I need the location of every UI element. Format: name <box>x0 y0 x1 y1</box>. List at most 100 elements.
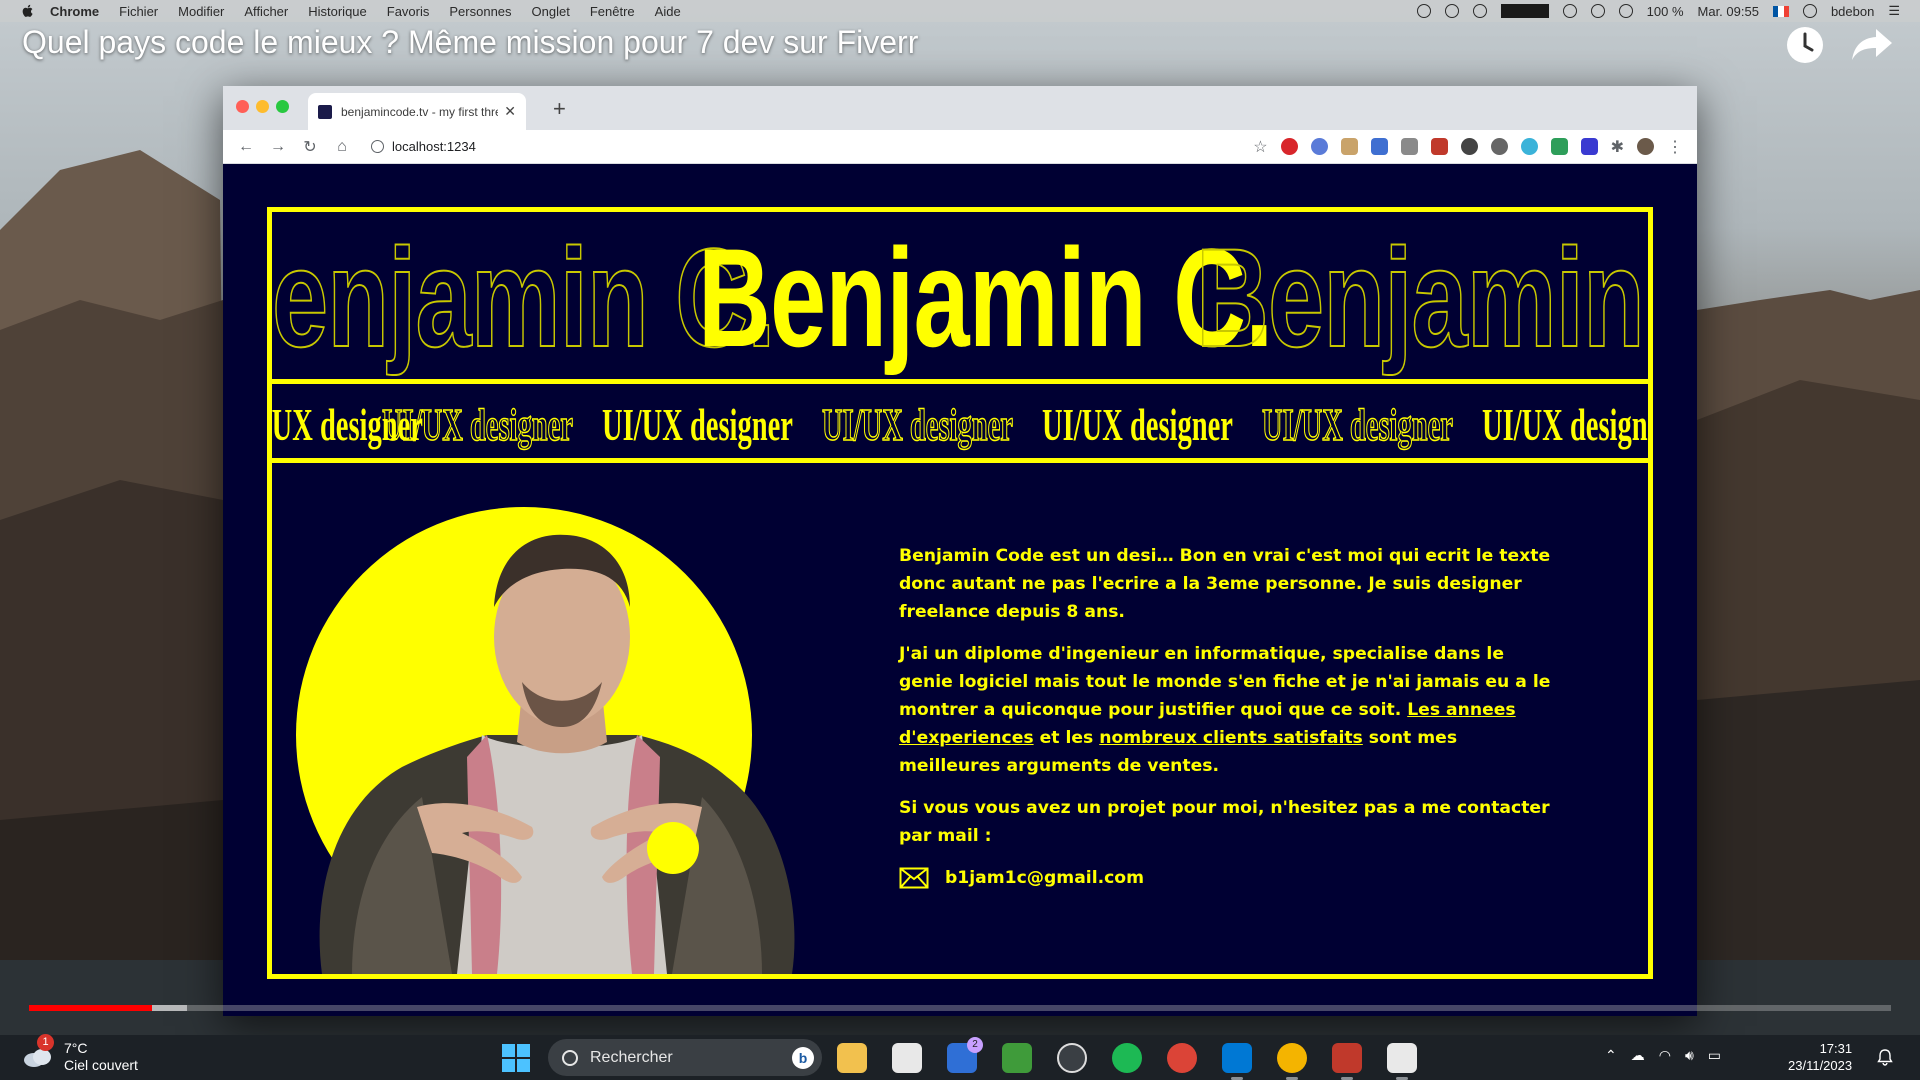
system-tray: ⌃ ☁ ◠ 🔊︎ ▭ <box>1605 1047 1721 1064</box>
name-marquee: Benjamin C. Benjamin C. Benjamin C. <box>272 212 1648 384</box>
obs-icon[interactable] <box>1057 1043 1087 1073</box>
battery-icon[interactable]: ▭ <box>1708 1047 1721 1064</box>
menu-modifier[interactable]: Modifier <box>178 4 224 19</box>
new-tab-button[interactable]: + <box>553 96 566 122</box>
volume-icon[interactable] <box>1590 4 1605 18</box>
extension-icon[interactable] <box>1400 138 1418 155</box>
person-photo <box>319 534 795 974</box>
chrome-canary-icon[interactable] <box>1277 1043 1307 1080</box>
menu-historique[interactable]: Historique <box>308 4 367 19</box>
role-outline-text: UI/UX designer <box>822 398 1014 451</box>
apple-logo-icon[interactable] <box>20 3 36 19</box>
app-l-icon[interactable]: 2 <box>947 1037 983 1073</box>
video-title[interactable]: Quel pays code le mieux ? Même mission p… <box>22 24 918 61</box>
extension-icon[interactable] <box>1580 138 1598 155</box>
menu-chrome[interactable]: Chrome <box>50 4 99 19</box>
role-solid-text: UI/UX designer <box>1042 399 1233 450</box>
cpu-graph-icon[interactable] <box>1500 4 1549 18</box>
profile-avatar[interactable] <box>1637 138 1654 155</box>
progress-played <box>29 1005 152 1011</box>
extension-icon[interactable] <box>1550 138 1568 155</box>
snipping-tool-icon[interactable] <box>1387 1043 1417 1080</box>
taskbar-clock[interactable]: 17:31 23/11/2023 <box>1788 1040 1852 1074</box>
browser-menu-icon[interactable]: ⋮ <box>1667 137 1683 157</box>
menubar-datetime[interactable]: Mar. 09:55 <box>1698 4 1759 19</box>
gear-extension-icon[interactable] <box>1490 138 1508 155</box>
menu-fenetre[interactable]: Fenêtre <box>590 4 635 19</box>
app-notification-badge: 2 <box>967 1037 983 1053</box>
menu-favoris[interactable]: Favoris <box>387 4 430 19</box>
window-maximize-button[interactable] <box>276 100 289 113</box>
spotify-icon[interactable] <box>1112 1043 1142 1073</box>
status-globe-icon[interactable] <box>1562 4 1577 18</box>
role-solid-text: UI/UX designer <box>1482 399 1648 450</box>
extension-icon[interactable] <box>1370 138 1388 155</box>
window-close-button[interactable] <box>236 100 249 113</box>
windows-start-icon[interactable] <box>502 1044 530 1072</box>
chevron-up-icon[interactable]: ⌃ <box>1605 1047 1617 1064</box>
tab-close-icon[interactable]: ✕ <box>504 103 516 120</box>
shield-app-icon[interactable] <box>1332 1043 1362 1080</box>
speaker-icon[interactable]: 🔊︎ <box>1685 1047 1694 1064</box>
taskbar-search[interactable]: Rechercher b <box>548 1039 822 1076</box>
home-icon[interactable]: ⌂ <box>333 138 351 156</box>
chrome-icon[interactable] <box>1167 1043 1197 1073</box>
address-bar[interactable]: localhost:1234 <box>371 139 476 154</box>
status-circle-icon[interactable] <box>1416 4 1431 18</box>
file-explorer-icon[interactable] <box>837 1043 867 1073</box>
weather-widget[interactable]: 1 7°C Ciel couvert <box>22 1034 138 1074</box>
menu-personnes[interactable]: Personnes <box>449 4 511 19</box>
contact-email[interactable]: b1jam1c@gmail.com <box>899 864 1559 892</box>
wifi-icon[interactable]: ◠ <box>1659 1047 1671 1064</box>
puzzle-extensions-icon[interactable]: ✱ <box>1611 137 1624 157</box>
forward-arrow-icon[interactable]: → <box>269 138 287 156</box>
menu-afficher[interactable]: Afficher <box>244 4 288 19</box>
tab-favicon-icon <box>318 104 332 119</box>
browser-tab[interactable]: benjamincode.tv - my first thre ✕ <box>308 93 526 130</box>
bio-text: et les <box>1033 728 1100 748</box>
name-outline-text: Benjamin C. <box>1195 218 1648 377</box>
bio-section: Benjamin Code est un desi… Bon en vrai c… <box>899 542 1559 892</box>
clients-link[interactable]: nombreux clients satisfaits <box>1099 728 1363 748</box>
menu-onglet[interactable]: Onglet <box>532 4 570 19</box>
status-info-icon[interactable] <box>1444 4 1459 18</box>
share-icon[interactable] <box>1850 27 1894 63</box>
wifi-icon[interactable] <box>1618 4 1633 18</box>
extension-icon[interactable] <box>1310 138 1328 155</box>
menubar-user[interactable]: bdebon <box>1831 4 1874 19</box>
microsoft-store-icon[interactable] <box>892 1043 922 1073</box>
weather-temperature: 7°C <box>64 1040 88 1056</box>
name-solid-text: Benjamin C. <box>698 219 1273 376</box>
site-info-icon[interactable] <box>371 140 384 153</box>
email-address[interactable]: b1jam1c@gmail.com <box>945 864 1144 892</box>
status-clock-icon[interactable] <box>1472 4 1487 18</box>
battery-percent[interactable]: 100 % <box>1647 4 1684 19</box>
extension-icon[interactable] <box>1460 138 1478 155</box>
bio-paragraph-3: Si vous vous avez un projet pour moi, n'… <box>899 798 1550 846</box>
extension-icon[interactable] <box>1340 138 1358 155</box>
vscode-icon[interactable] <box>1222 1043 1252 1080</box>
watch-later-icon[interactable] <box>1785 25 1825 65</box>
search-placeholder: Rechercher <box>590 1048 673 1066</box>
bing-icon[interactable]: b <box>792 1047 814 1069</box>
code-extension-icon[interactable] <box>1430 138 1448 155</box>
adblock-extension-icon[interactable] <box>1280 138 1298 155</box>
back-arrow-icon[interactable]: ← <box>237 138 255 156</box>
url-text[interactable]: localhost:1234 <box>392 139 476 154</box>
network-error-icon[interactable]: ☁ <box>1631 1047 1645 1064</box>
menu-fichier[interactable]: Fichier <box>119 4 158 19</box>
menu-aide[interactable]: Aide <box>655 4 681 19</box>
french-flag-icon[interactable] <box>1772 5 1789 17</box>
browser-window: benjamincode.tv - my first thre ✕ + ← → … <box>223 86 1697 1016</box>
video-progress-bar[interactable] <box>29 1005 1891 1011</box>
notification-bell-icon[interactable] <box>1876 1048 1894 1066</box>
control-center-icon[interactable]: ☰ <box>1888 3 1900 19</box>
tab-title: benjamincode.tv - my first thre <box>341 104 499 119</box>
reload-icon[interactable]: ↻ <box>301 138 319 156</box>
envelope-icon <box>899 867 929 889</box>
minecraft-icon[interactable] <box>1002 1043 1032 1073</box>
spotlight-search-icon[interactable] <box>1802 4 1817 18</box>
window-minimize-button[interactable] <box>256 100 269 113</box>
bookmark-star-icon[interactable]: ☆ <box>1253 137 1267 157</box>
extension-icon[interactable] <box>1520 138 1538 155</box>
